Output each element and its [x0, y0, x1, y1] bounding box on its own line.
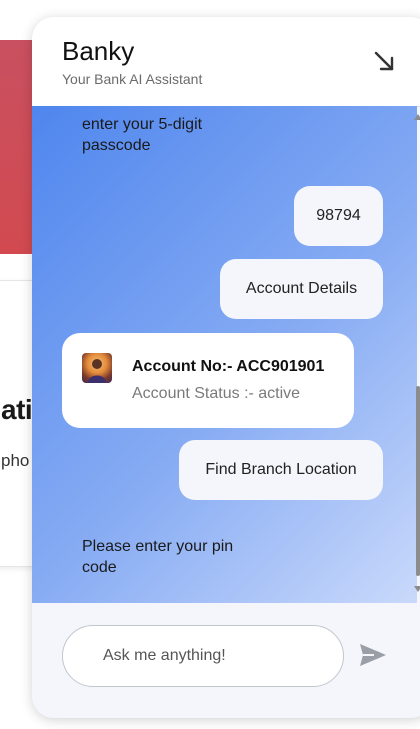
bot-message-line: passcode: [82, 137, 151, 154]
scroll-up-arrow-icon[interactable]: [414, 114, 420, 120]
account-status: Account Status :- active: [132, 385, 301, 402]
bot-message-line: code: [82, 559, 117, 576]
message-list[interactable]: enter your 5-digit passcode 98794 Accoun…: [32, 106, 417, 603]
chat-input-area: [32, 603, 420, 718]
chat-title: Banky: [62, 36, 135, 66]
chat-header: Banky Your Bank AI Assistant: [32, 17, 420, 107]
account-number: Account No:- ACC901901: [132, 358, 325, 375]
user-message-find-branch[interactable]: Find Branch Location: [179, 440, 383, 500]
chat-input[interactable]: [62, 625, 344, 687]
arrow-down-right-icon: [374, 51, 394, 71]
bot-message-passcode: enter your 5-digit passcode: [82, 114, 202, 156]
scroll-thumb[interactable]: [416, 386, 420, 576]
account-info-card: Account No:- ACC901901 Account Status :-…: [62, 333, 354, 428]
minimize-button[interactable]: [372, 49, 398, 75]
bot-message-line: Please enter your pin: [82, 538, 234, 555]
send-icon: [360, 644, 386, 666]
scroll-down-arrow-icon[interactable]: [414, 586, 420, 592]
background-subtext: pho: [1, 451, 30, 470]
chat-subtitle: Your Bank AI Assistant: [62, 71, 203, 87]
avatar: [82, 353, 112, 383]
chat-window: Banky Your Bank AI Assistant enter your …: [32, 17, 420, 718]
user-message-account-details[interactable]: Account Details: [220, 259, 383, 319]
bot-message-line: enter your 5-digit: [82, 116, 203, 133]
message-scrollbar[interactable]: [414, 106, 420, 603]
send-button[interactable]: [358, 642, 388, 668]
person-avatar-icon: [88, 359, 106, 383]
bot-message-pin: Please enter your pin code: [82, 536, 233, 578]
user-message-passcode[interactable]: 98794: [294, 186, 383, 246]
